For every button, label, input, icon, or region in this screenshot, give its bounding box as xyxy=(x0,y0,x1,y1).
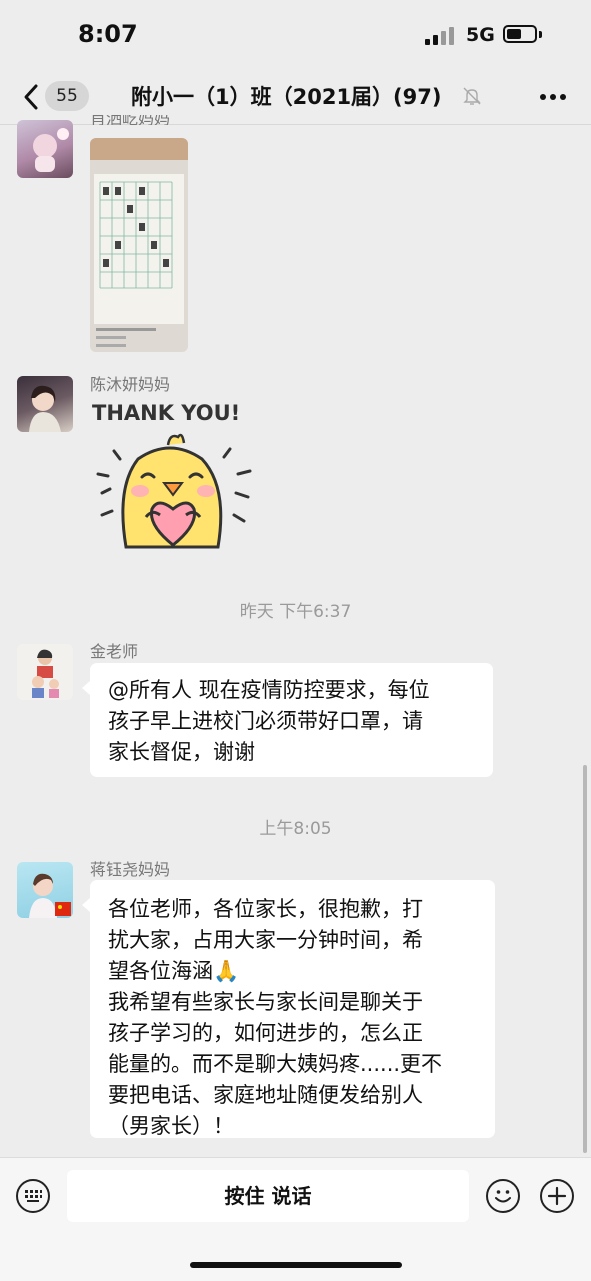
timestamp: 昨天 下午6:37 xyxy=(239,602,352,622)
nav-bar: 55 附小一（1）班（2021届）(97) xyxy=(0,70,591,125)
input-bar: 按住 说话 xyxy=(0,1157,591,1281)
plus-icon[interactable] xyxy=(540,1179,574,1213)
network-type: 5G xyxy=(466,24,495,46)
sender-name: 金老师 xyxy=(90,642,139,661)
message-line: （男家长）！ xyxy=(108,1114,234,1138)
message-line: 孩子学习的，如何进步的，怎么正 xyxy=(108,1021,423,1045)
status-bar: 8:07 5G xyxy=(0,0,591,70)
unread-count-badge[interactable]: 55 xyxy=(45,81,89,111)
message-line: @所有人 现在疫情防控要求，每位 xyxy=(108,678,430,702)
message-bubble[interactable]: @所有人 现在疫情防控要求，每位 孩子早上进校门必须带好口罩，请 家长督促，谢谢 xyxy=(82,663,493,777)
signal-icon xyxy=(425,27,457,45)
emoji-icon[interactable] xyxy=(486,1179,520,1213)
hold-to-talk-button[interactable]: 按住 说话 xyxy=(67,1170,469,1222)
homework-photo[interactable] xyxy=(90,138,188,352)
svg-text:THANK YOU!: THANK YOU! xyxy=(92,401,240,425)
message-bubble[interactable]: 各位老师，各位家长，很抱歉，打 扰大家，占用大家一分钟时间，希 望各位海涵🙏 我… xyxy=(82,880,495,1138)
avatar[interactable] xyxy=(17,862,73,918)
more-icon[interactable] xyxy=(540,94,566,100)
keyboard-icon[interactable] xyxy=(16,1179,50,1213)
chat-title[interactable]: 附小一（1）班（2021届）(97) xyxy=(131,81,441,111)
message-line: 能量的。而不是聊大姨妈疼......更不 xyxy=(108,1052,443,1076)
mute-bell-icon xyxy=(463,87,481,105)
avatar[interactable] xyxy=(17,644,73,700)
thank-you-sticker[interactable]: THANK YOU! xyxy=(90,397,260,557)
avatar[interactable] xyxy=(17,120,73,178)
battery-icon xyxy=(503,25,537,43)
message-line: 望各位海涵🙏 xyxy=(108,959,240,983)
home-indicator xyxy=(190,1262,402,1268)
status-time: 8:07 xyxy=(78,20,138,48)
avatar[interactable] xyxy=(17,376,73,432)
sender-name: 蒋钰尧妈妈 xyxy=(90,860,171,879)
message-line: 我希望有些家长与家长间是聊关于 xyxy=(108,990,423,1014)
message-line: 孩子早上进校门必须带好口罩，请 xyxy=(108,709,423,733)
sender-name: 肖洒屹妈妈 xyxy=(90,115,171,125)
back-icon[interactable] xyxy=(18,80,48,114)
message-line: 家长督促，谢谢 xyxy=(108,740,255,764)
sender-name: 陈沐妍妈妈 xyxy=(90,375,171,394)
scrollbar[interactable] xyxy=(583,765,587,1153)
timestamp: 上午8:05 xyxy=(259,819,332,839)
message-line: 要把电话、家庭地址随便发给别人 xyxy=(108,1083,423,1107)
message-line: 各位老师，各位家长，很抱歉，打 xyxy=(108,897,423,921)
message-line: 扰大家，占用大家一分钟时间，希 xyxy=(108,928,423,952)
